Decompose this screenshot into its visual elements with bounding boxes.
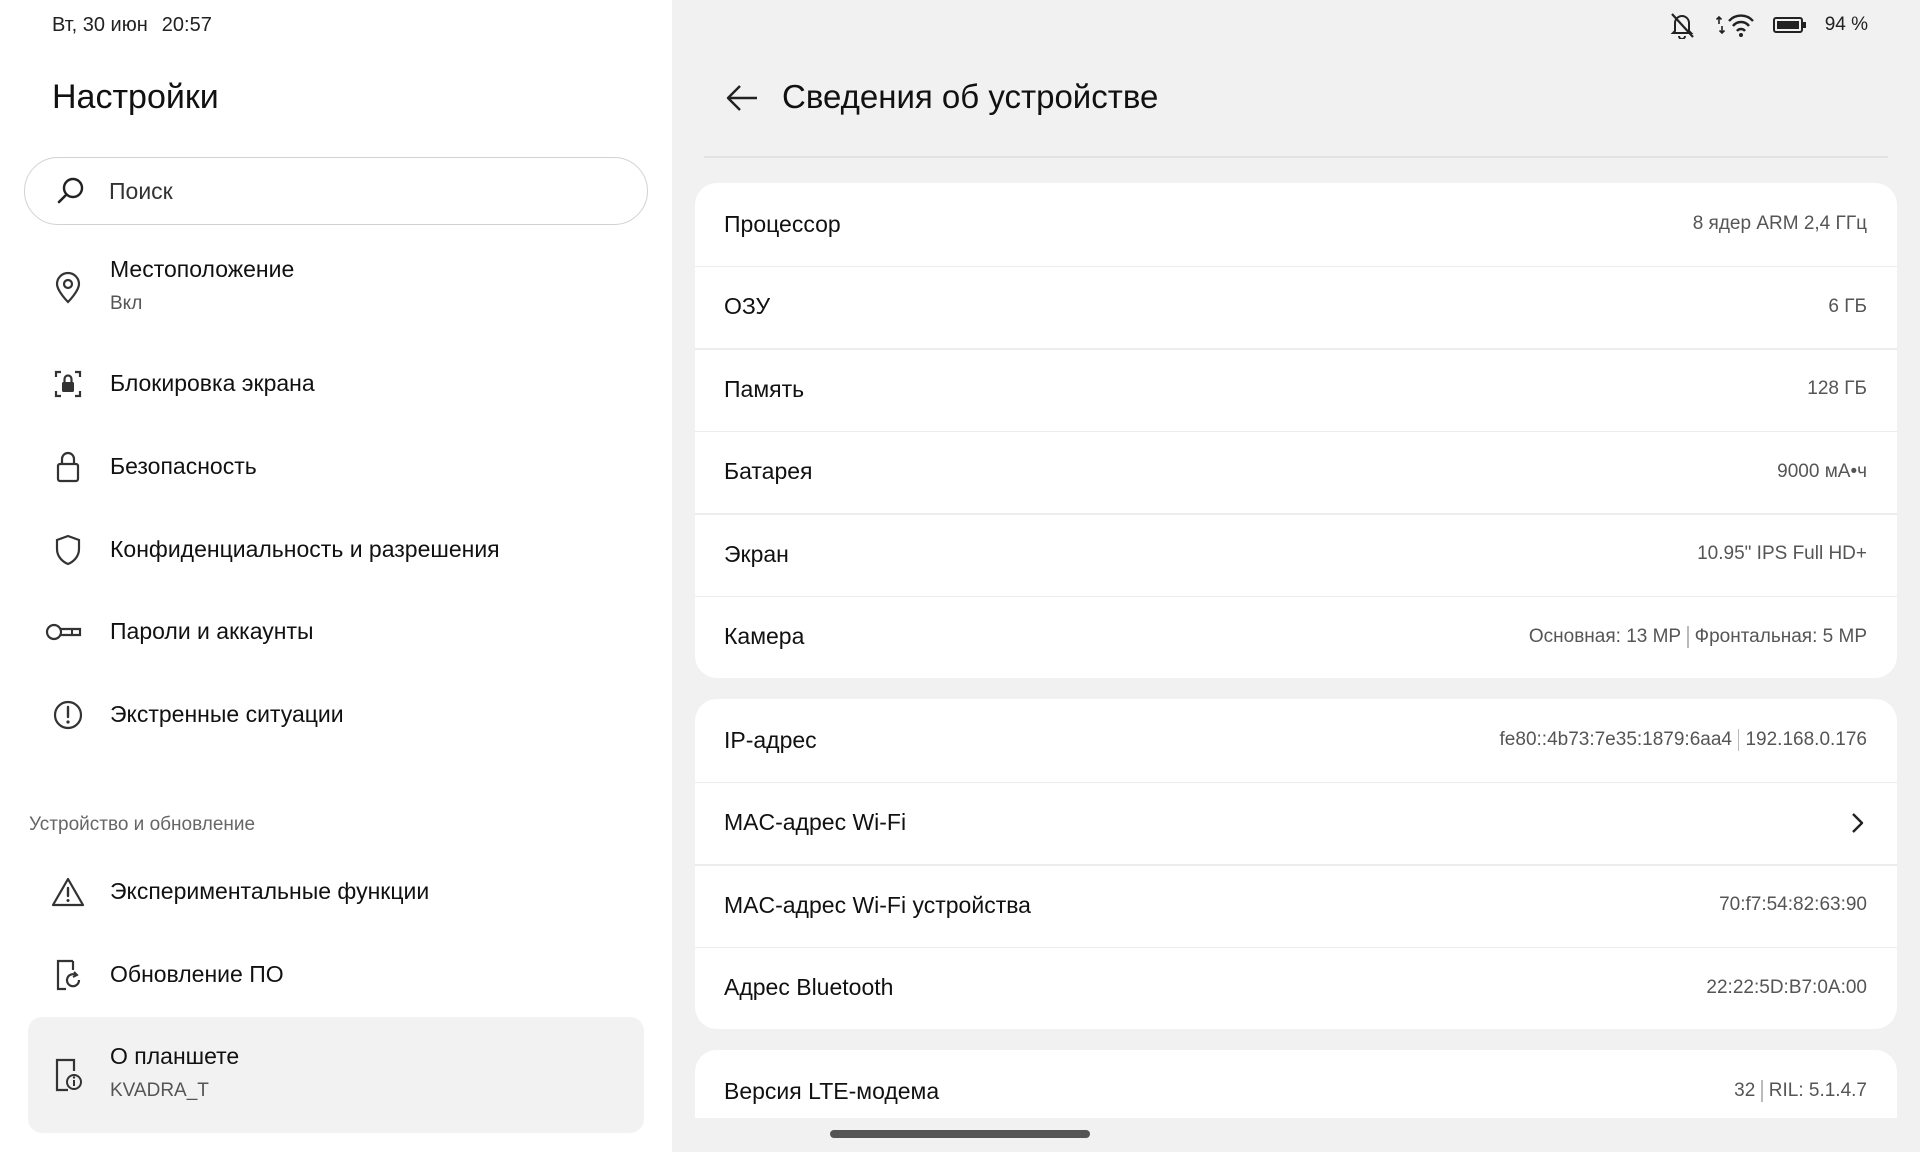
value-separator [1761, 1080, 1763, 1103]
spec-value: Основная: 13 MP Фронтальная: 5 MP [1528, 625, 1867, 648]
search-bar[interactable] [24, 157, 648, 225]
sidebar-item-label: Обновление ПО [110, 961, 284, 987]
key-icon [44, 614, 84, 650]
ipv6-value: fe80::4b73:7e35:1879:6aa4 [1499, 729, 1732, 751]
alert-circle-icon [50, 697, 86, 733]
arrow-left-icon [725, 83, 759, 118]
search-icon [55, 175, 87, 207]
spec-value: 6 ГБ [1828, 295, 1867, 317]
sidebar-item-sublabel: Вкл [110, 293, 143, 314]
sidebar-item-label: Конфиденциальность и разрешения [110, 536, 500, 562]
sidebar-item-experimental[interactable]: Экспериментальные функции [28, 870, 644, 914]
home-indicator[interactable] [830, 1130, 1090, 1138]
status-time: 20:57 [161, 13, 212, 36]
net-label: Адрес Bluetooth [724, 974, 894, 1001]
spec-value: 8 ядер ARM 2,4 ГГц [1692, 213, 1867, 235]
spec-row-storage: Память 128 ГБ [695, 348, 1897, 431]
sidebar-item-update[interactable]: Обновление ПО [28, 953, 644, 997]
value-separator [1737, 729, 1740, 752]
specs-card: Процессор 8 ядер ARM 2,4 ГГц ОЗУ 6 ГБ Па… [695, 183, 1897, 678]
modem-value-b: RIL: 5.1.4.7 [1768, 1080, 1867, 1102]
status-bar-left: Вт, 30 июн 20:57 [52, 12, 212, 38]
ipv4-value: 192.168.0.176 [1745, 729, 1867, 751]
sidebar-item-passwords[interactable]: Пароли и аккаунты [28, 610, 644, 654]
spec-label: Экран [724, 540, 789, 567]
sidebar-item-emergency[interactable]: Экстренные ситуации [28, 693, 644, 737]
network-card: IP-адрес fe80::4b73:7e35:1879:6aa4 192.1… [695, 699, 1897, 1029]
page-title: Сведения об устройстве [782, 78, 1159, 115]
sidebar-item-screen-lock[interactable]: Блокировка экрана [28, 362, 644, 406]
net-label: MAC-адрес Wi-Fi [724, 809, 907, 836]
location-pin-icon [50, 270, 86, 306]
spec-label: Батарея [724, 458, 813, 485]
sidebar-item-location[interactable]: Местоположение Вкл [28, 252, 644, 328]
warning-triangle-icon [50, 874, 86, 910]
battery-icon [1772, 11, 1807, 39]
sidebar-item-label: Экстренные ситуации [110, 701, 344, 727]
spec-label: Процессор [724, 210, 841, 237]
net-row-wifi-mac-device: MAC-адрес Wi-Fi устройства 70:f7:54:82:6… [695, 864, 1897, 947]
sidebar-item-label: Экспериментальные функции [110, 878, 430, 904]
spec-row-battery: Батарея 9000 мА•ч [695, 430, 1897, 514]
value-separator [1687, 625, 1689, 648]
sidebar-item-privacy[interactable]: Конфиденциальность и разрешения [28, 528, 644, 572]
net-label: IP-адрес [724, 726, 817, 753]
app-title: Настройки [52, 78, 219, 116]
net-row-ip: IP-адрес fe80::4b73:7e35:1879:6aa4 192.1… [695, 699, 1897, 782]
sidebar-item-label: Блокировка экрана [110, 370, 315, 396]
update-icon [50, 957, 86, 993]
net-value: 22:22:5D:B7:0A:00 [1706, 976, 1867, 998]
status-bar-right: 94 % [1667, 10, 1868, 40]
net-row-wifi-mac[interactable]: MAC-адрес Wi-Fi [695, 781, 1897, 865]
spec-row-camera: Камера Основная: 13 MP Фронтальная: 5 MP [695, 595, 1897, 679]
camera-front-value: Фронтальная: 5 MP [1694, 625, 1867, 647]
tablet-info-icon [50, 1057, 86, 1093]
back-button[interactable] [722, 80, 762, 120]
shield-icon [50, 532, 86, 568]
sidebar-item-security[interactable]: Безопасность [28, 445, 644, 489]
camera-main-value: Основная: 13 MP [1528, 625, 1682, 647]
net-row-bluetooth: Адрес Bluetooth 22:22:5D:B7:0A:00 [695, 946, 1897, 1030]
spec-label: Камера [724, 623, 805, 650]
wifi-icon [1715, 11, 1755, 39]
status-date: Вт, 30 июн [52, 13, 148, 36]
battery-percent: 94 % [1824, 14, 1868, 35]
spec-row-processor: Процессор 8 ядер ARM 2,4 ГГц [695, 183, 1897, 266]
spec-value: 9000 мА•ч [1777, 460, 1867, 482]
sidebar-item-label: Местоположение [110, 256, 295, 282]
net-value: fe80::4b73:7e35:1879:6aa4 192.168.0.176 [1499, 729, 1867, 752]
settings-sidebar: Вт, 30 июн 20:57 Настройки Местоположени… [0, 0, 672, 1152]
lock-icon [50, 449, 86, 485]
search-input[interactable] [109, 177, 589, 205]
sidebar-item-about-tablet[interactable]: О планшете KVADRA_T [28, 1017, 644, 1133]
net-value: 70:f7:54:82:63:90 [1719, 894, 1867, 916]
modem-label: Версия LTE-модема [724, 1077, 940, 1104]
spec-row-screen: Экран 10.95" IPS Full HD+ [695, 513, 1897, 596]
bell-off-icon [1667, 11, 1697, 39]
sidebar-item-label: Безопасность [110, 453, 257, 479]
sidebar-item-sublabel: KVADRA_T [110, 1080, 209, 1101]
header-divider [704, 156, 1888, 158]
screen-lock-icon [50, 366, 86, 402]
sidebar-item-label: О планшете [110, 1043, 240, 1069]
chevron-right-icon [1847, 811, 1867, 835]
sidebar-item-label: Пароли и аккаунты [110, 618, 314, 644]
spec-value: 10.95" IPS Full HD+ [1697, 543, 1867, 565]
net-label: MAC-адрес Wi-Fi устройства [724, 891, 1031, 918]
modem-value: 32 RIL: 5.1.4.7 [1734, 1080, 1867, 1103]
section-header-device: Устройство и обновление [29, 814, 256, 835]
spec-row-ram: ОЗУ 6 ГБ [695, 265, 1897, 349]
modem-value-a: 32 [1734, 1080, 1756, 1102]
spec-label: ОЗУ [724, 293, 771, 320]
spec-label: Память [724, 375, 805, 402]
spec-value: 128 ГБ [1807, 378, 1867, 400]
